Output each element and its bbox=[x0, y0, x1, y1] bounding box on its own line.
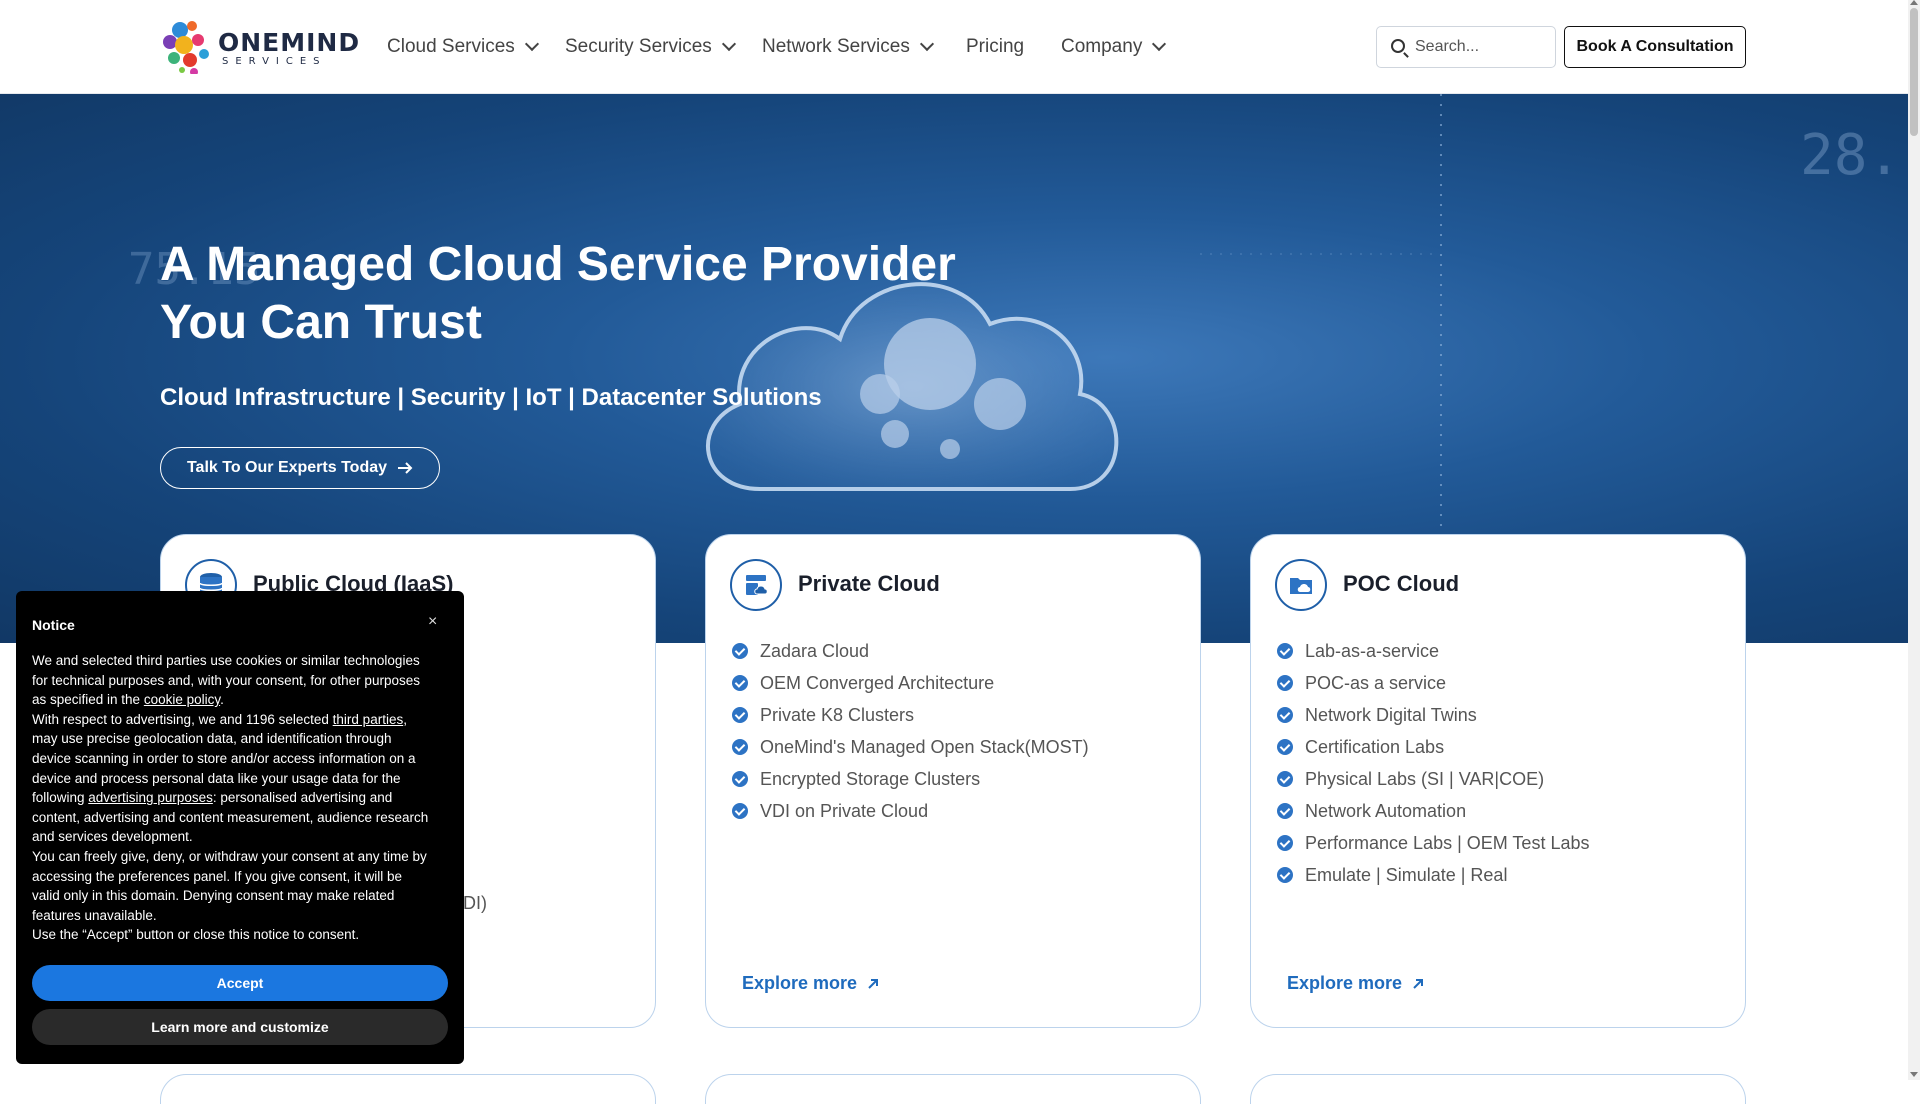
talk-to-experts-button[interactable]: Talk To Our Experts Today bbox=[160, 447, 440, 489]
notice-paragraph: Use the “Accept” button or close this no… bbox=[32, 927, 360, 943]
logo-subtitle: SERVICES bbox=[222, 56, 327, 67]
card-private-cloud: Private Cloud Zadara Cloud OEM Converged… bbox=[705, 534, 1201, 1028]
decorative-number: 28. bbox=[1800, 123, 1901, 188]
chevron-down-icon bbox=[1152, 36, 1167, 52]
card-next-row bbox=[705, 1074, 1201, 1104]
chevron-down-icon bbox=[721, 36, 736, 52]
check-circle-icon bbox=[732, 643, 748, 659]
list-item: Emulate | Simulate | Real bbox=[1277, 859, 1589, 891]
hero-title-line2: You Can Trust bbox=[160, 296, 482, 349]
arrow-up-right-icon bbox=[868, 978, 879, 989]
folder-cloud-icon bbox=[1275, 559, 1327, 611]
check-circle-icon bbox=[1277, 803, 1293, 819]
check-circle-icon bbox=[1277, 867, 1293, 883]
close-icon[interactable]: × bbox=[428, 613, 437, 631]
list-item: Zadara Cloud bbox=[732, 635, 1089, 667]
check-circle-icon bbox=[732, 739, 748, 755]
logo-mark-icon bbox=[163, 21, 209, 74]
card-feature-list: Lab-as-a-service POC-as a service Networ… bbox=[1277, 635, 1589, 891]
nav-pricing-label: Pricing bbox=[966, 36, 1025, 57]
explore-more-label: Explore more bbox=[742, 973, 858, 993]
check-circle-icon bbox=[1277, 643, 1293, 659]
book-consultation-button[interactable]: Book A Consultation bbox=[1564, 26, 1746, 68]
list-item: Certification Labs bbox=[1277, 731, 1589, 763]
check-circle-icon bbox=[1277, 739, 1293, 755]
search-input[interactable] bbox=[1413, 33, 1549, 61]
search-icon bbox=[1391, 39, 1405, 53]
list-item: POC-as a service bbox=[1277, 667, 1589, 699]
list-item: OneMind's Managed Open Stack(MOST) bbox=[732, 731, 1089, 763]
explore-more-link[interactable]: Explore more bbox=[1287, 973, 1424, 994]
logo-wordmark: ONEMIND bbox=[218, 28, 361, 57]
onemind-logo[interactable]: ONEMIND SERVICES bbox=[160, 18, 359, 74]
learn-more-customize-button[interactable]: Learn more and customize bbox=[32, 1009, 448, 1045]
third-parties-link[interactable]: third parties bbox=[333, 712, 404, 727]
notice-body: We and selected third parties use cookie… bbox=[32, 651, 432, 945]
list-item: Lab-as-a-service bbox=[1277, 635, 1589, 667]
card-poc-cloud: POC Cloud Lab-as-a-service POC-as a serv… bbox=[1250, 534, 1746, 1028]
nav-pricing[interactable]: Pricing bbox=[966, 36, 1024, 58]
card-feature-list: Zadara Cloud OEM Converged Architecture … bbox=[732, 635, 1089, 827]
scroll-up-arrow-icon[interactable] bbox=[1910, 0, 1918, 5]
card-title: Private Cloud bbox=[798, 571, 940, 596]
list-item: Network Digital Twins bbox=[1277, 699, 1589, 731]
nav-cloud-services-label: Cloud Services bbox=[387, 36, 515, 57]
nav-network-services[interactable]: Network Services bbox=[762, 36, 934, 58]
talk-to-experts-label: Talk To Our Experts Today bbox=[186, 459, 388, 476]
card-next-row bbox=[1250, 1074, 1746, 1104]
list-item: VDI on Private Cloud bbox=[732, 795, 1089, 827]
arrow-right-icon bbox=[398, 462, 413, 474]
search-box[interactable] bbox=[1376, 26, 1556, 68]
list-item: OEM Converged Architecture bbox=[732, 667, 1089, 699]
list-item: Private K8 Clusters bbox=[732, 699, 1089, 731]
check-circle-icon bbox=[732, 675, 748, 691]
list-item: Performance Labs | OEM Test Labs bbox=[1277, 827, 1589, 859]
check-circle-icon bbox=[1277, 771, 1293, 787]
hero-subtitle: Cloud Infrastructure | Security | IoT | … bbox=[160, 384, 822, 411]
list-item: Network Automation bbox=[1277, 795, 1589, 827]
accept-button[interactable]: Accept bbox=[32, 965, 448, 1001]
site-header: ONEMIND SERVICES Cloud Services Security… bbox=[0, 0, 1908, 94]
list-item: Encrypted Storage Clusters bbox=[732, 763, 1089, 795]
nav-network-services-label: Network Services bbox=[762, 36, 910, 57]
check-circle-icon bbox=[732, 707, 748, 723]
hero-title-line1: A Managed Cloud Service Provider bbox=[160, 238, 956, 291]
card-title: POC Cloud bbox=[1343, 571, 1460, 596]
notice-paragraph: You can freely give, deny, or withdraw y… bbox=[32, 848, 427, 923]
nav-cloud-services[interactable]: Cloud Services bbox=[387, 36, 539, 58]
check-circle-icon bbox=[1277, 835, 1293, 851]
notice-title: Notice bbox=[32, 617, 75, 633]
notice-paragraph: With respect to advertising, we and 1196… bbox=[32, 711, 429, 845]
check-circle-icon bbox=[732, 803, 748, 819]
chevron-down-icon bbox=[919, 36, 934, 52]
scrollbar-thumb[interactable] bbox=[1910, 8, 1918, 136]
explore-more-label: Explore more bbox=[1287, 973, 1403, 993]
advertising-purposes-link[interactable]: advertising purposes bbox=[88, 790, 213, 805]
list-item: Physical Labs (SI | VAR|COE) bbox=[1277, 763, 1589, 795]
check-circle-icon bbox=[1277, 675, 1293, 691]
page-scrollbar[interactable] bbox=[1908, 0, 1920, 1080]
arrow-up-right-icon bbox=[1413, 978, 1424, 989]
cloud-server-icon bbox=[730, 559, 782, 611]
chevron-down-icon bbox=[524, 36, 539, 52]
notice-paragraph: We and selected third parties use cookie… bbox=[32, 653, 420, 708]
nav-security-services-label: Security Services bbox=[565, 36, 712, 57]
explore-more-link[interactable]: Explore more bbox=[742, 973, 879, 994]
cookie-notice: Notice × We and selected third parties u… bbox=[16, 591, 464, 1064]
nav-company[interactable]: Company bbox=[1061, 36, 1167, 58]
check-circle-icon bbox=[732, 771, 748, 787]
nav-company-label: Company bbox=[1061, 36, 1143, 57]
cookie-policy-link[interactable]: cookie policy bbox=[144, 692, 220, 707]
hero-title: A Managed Cloud Service Provider You Can… bbox=[160, 236, 980, 352]
scroll-down-arrow-icon[interactable] bbox=[1910, 1072, 1918, 1077]
check-circle-icon bbox=[1277, 707, 1293, 723]
nav-security-services[interactable]: Security Services bbox=[565, 36, 736, 58]
card-next-row bbox=[160, 1074, 656, 1104]
